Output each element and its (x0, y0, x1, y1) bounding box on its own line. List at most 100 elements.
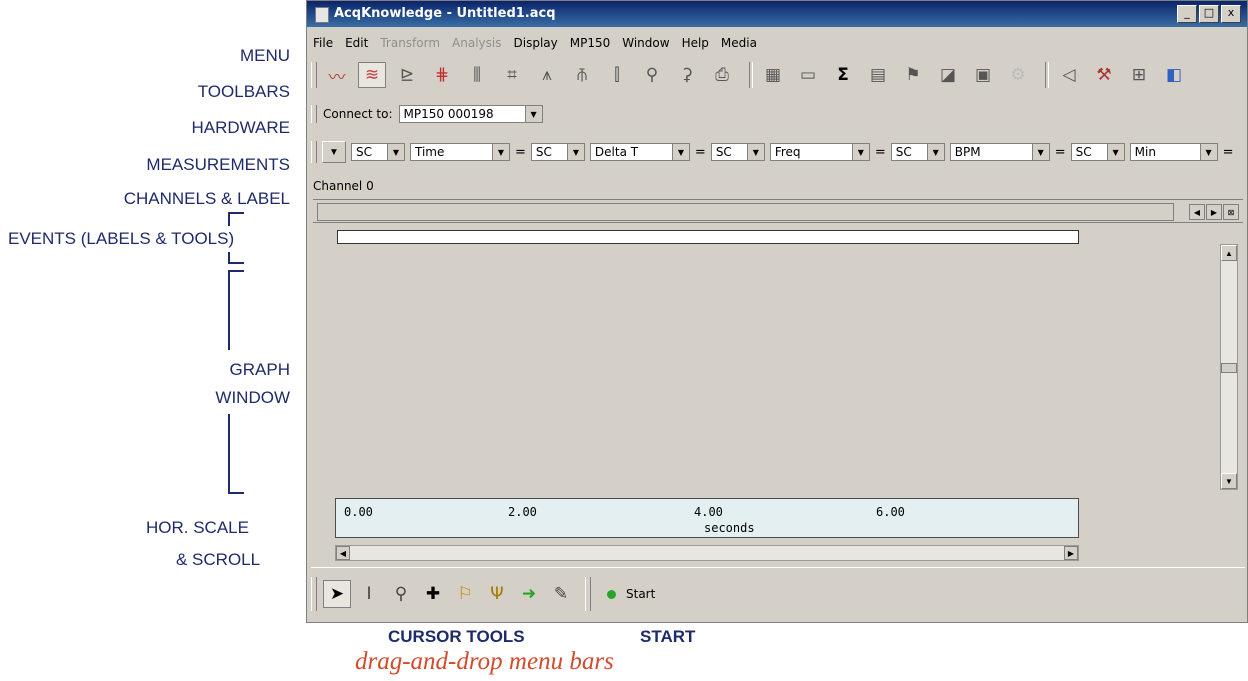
equals-sign: = (1054, 144, 1066, 160)
doc-icon[interactable]: ▣ (969, 62, 997, 88)
chevron-down-icon: ▼ (851, 144, 869, 160)
measurement-2-channel[interactable]: SC ▼ (530, 143, 585, 161)
runners-icon[interactable]: ⚳ (673, 62, 701, 88)
event-settings-icon[interactable]: ⊠ (1223, 204, 1239, 220)
hardware-grip[interactable] (311, 105, 317, 123)
annotation-measurements: MEASUREMENTS (146, 155, 290, 174)
sigma-icon[interactable]: Σ (829, 62, 857, 88)
crosshair-icon[interactable]: ✚ (419, 580, 447, 608)
chart-icon[interactable]: ⋕ (428, 62, 456, 88)
grid-waves-icon[interactable]: ⫼ (463, 62, 491, 88)
chevron-down-icon: ▼ (746, 144, 764, 160)
speaker-icon[interactable]: ◁ (1055, 62, 1083, 88)
measurement-3-channel[interactable]: SC ▼ (710, 143, 765, 161)
events-track[interactable] (317, 203, 1174, 221)
bracket-events-bottom (228, 262, 244, 264)
event-next-icon[interactable]: ▶ (1206, 204, 1222, 220)
annotation-menu: MENU (239, 46, 290, 65)
maximize-button[interactable]: □ (1199, 5, 1219, 23)
film-icon[interactable]: ⊞ (1125, 62, 1153, 88)
scope-icon[interactable]: ⌗ (498, 62, 526, 88)
menu-file[interactable]: File (313, 36, 333, 54)
window-title: AcqKnowledge - Untitled1.acq (334, 6, 556, 21)
chevron-down-icon: ▼ (524, 106, 542, 122)
split-icon[interactable]: ⫚ (568, 62, 596, 88)
zoom-icon[interactable]: ⚲ (387, 580, 415, 608)
channel-label[interactable]: Channel 0 (313, 179, 374, 193)
measurements-grip[interactable] (311, 141, 317, 163)
vertical-scroll-thumb[interactable] (1221, 363, 1237, 373)
image-icon[interactable]: ◪ (934, 62, 962, 88)
scroll-right-icon[interactable]: ▶ (1064, 546, 1078, 560)
menu-help[interactable]: Help (682, 36, 709, 54)
event-label-strip[interactable] (337, 230, 1079, 244)
measurement-1-channel[interactable]: SC ▼ (351, 143, 405, 161)
runner-icon[interactable]: ⚲ (638, 62, 666, 88)
menu-display[interactable]: Display (514, 36, 558, 54)
start-grip[interactable] (585, 577, 591, 611)
measurement-2-type-value: Delta T (594, 145, 639, 159)
equals-sign: = (694, 144, 706, 160)
menu-transform[interactable]: Transform (380, 36, 440, 54)
gear-icon[interactable]: ⚙ (1004, 62, 1032, 88)
cube-icon[interactable]: ◧ (1160, 62, 1188, 88)
measurement-5-type[interactable]: Min ▼ (1129, 143, 1218, 161)
cursor-tools-grip[interactable] (311, 577, 317, 611)
stacked-icon[interactable]: ⊵ (393, 62, 421, 88)
menu-analysis[interactable]: Analysis (452, 36, 501, 54)
scroll-left-icon[interactable]: ◀ (336, 546, 350, 560)
menu-edit[interactable]: Edit (345, 36, 368, 54)
flag-icon[interactable]: ⚑ (899, 62, 927, 88)
overlap-icon[interactable]: ≋ (358, 62, 386, 88)
scroll-up-icon[interactable]: ▲ (1221, 245, 1237, 261)
chevron-down-icon: ▼ (671, 144, 689, 160)
forward-arrow-icon[interactable]: ➜ (515, 580, 543, 608)
measurement-1-type[interactable]: Time ▼ (410, 143, 510, 161)
menu-mp150[interactable]: MP150 (570, 36, 611, 54)
annotation-hor-scale: HOR. SCALE (146, 518, 249, 537)
slider-icon[interactable]: ▭ (794, 62, 822, 88)
histogram-icon[interactable]: ⫿ (603, 62, 631, 88)
hardware-select[interactable]: MP150 000198 ▼ (398, 105, 543, 123)
event-prev-icon[interactable]: ◀ (1189, 204, 1205, 220)
ibeam-cursor-icon[interactable]: I (355, 580, 383, 608)
measurements-bar: ▼ SC ▼ Time ▼ = SC ▼ Delta T ▼ = SC ▼ Freq ▼ =… (311, 137, 1247, 167)
measurement-5-channel[interactable]: SC ▼ (1070, 143, 1125, 161)
menu-media[interactable]: Media (721, 36, 757, 54)
measurement-2-type[interactable]: Delta T ▼ (589, 143, 690, 161)
microscope-icon[interactable]: ⚒ (1090, 62, 1118, 88)
measurement-4-type[interactable]: BPM ▼ (949, 143, 1050, 161)
event-flag-icon[interactable]: ⚐ (451, 580, 479, 608)
chevron-down-icon: ▼ (926, 144, 944, 160)
bracket-graph-upper (228, 270, 230, 350)
title-bar[interactable]: AcqKnowledge - Untitled1.acq _ □ x (307, 1, 1247, 27)
toolbar-grip[interactable] (311, 62, 317, 88)
keyboard-icon[interactable]: ▤ (864, 62, 892, 88)
vertical-scrollbar[interactable]: ▲ ▼ (1220, 244, 1238, 490)
start-button[interactable]: Start (607, 587, 655, 601)
menu-window[interactable]: Window (622, 36, 669, 54)
menu-bar: File Edit Transform Analysis Display MP1… (313, 36, 757, 54)
horizontal-scale[interactable]: 0.00 2.00 4.00 6.00 seconds (335, 498, 1079, 538)
draw-icon[interactable]: ✎ (547, 580, 575, 608)
chevron-down-icon: ▼ (492, 144, 509, 160)
measurement-menu-button[interactable]: ▼ (322, 141, 346, 163)
scroll-down-icon[interactable]: ▼ (1221, 473, 1237, 489)
bracket-events-top (228, 212, 244, 214)
grid-icon[interactable]: ▦ (759, 62, 787, 88)
measurement-4-channel[interactable]: SC ▼ (890, 143, 945, 161)
chevron-down-icon: ▼ (566, 144, 584, 160)
hscale-unit: seconds (704, 521, 755, 535)
minimize-button[interactable]: _ (1177, 5, 1197, 23)
waveform-icon[interactable]: 〰 (323, 62, 351, 88)
arrow-cursor-icon[interactable]: ➤ (323, 580, 351, 608)
close-button[interactable]: x (1221, 5, 1241, 23)
measurement-3-type[interactable]: Freq ▼ (769, 143, 870, 161)
measurement-3-channel-value: SC (715, 145, 732, 159)
horizontal-scrollbar[interactable]: ◀ ▶ (335, 545, 1079, 561)
printer-icon[interactable]: ⎙ (708, 62, 736, 88)
focus-icon[interactable]: Ψ (483, 580, 511, 608)
chevron-down-icon: ▼ (387, 144, 404, 160)
measurement-4-channel-value: SC (895, 145, 912, 159)
peak-icon[interactable]: ⩚ (533, 62, 561, 88)
